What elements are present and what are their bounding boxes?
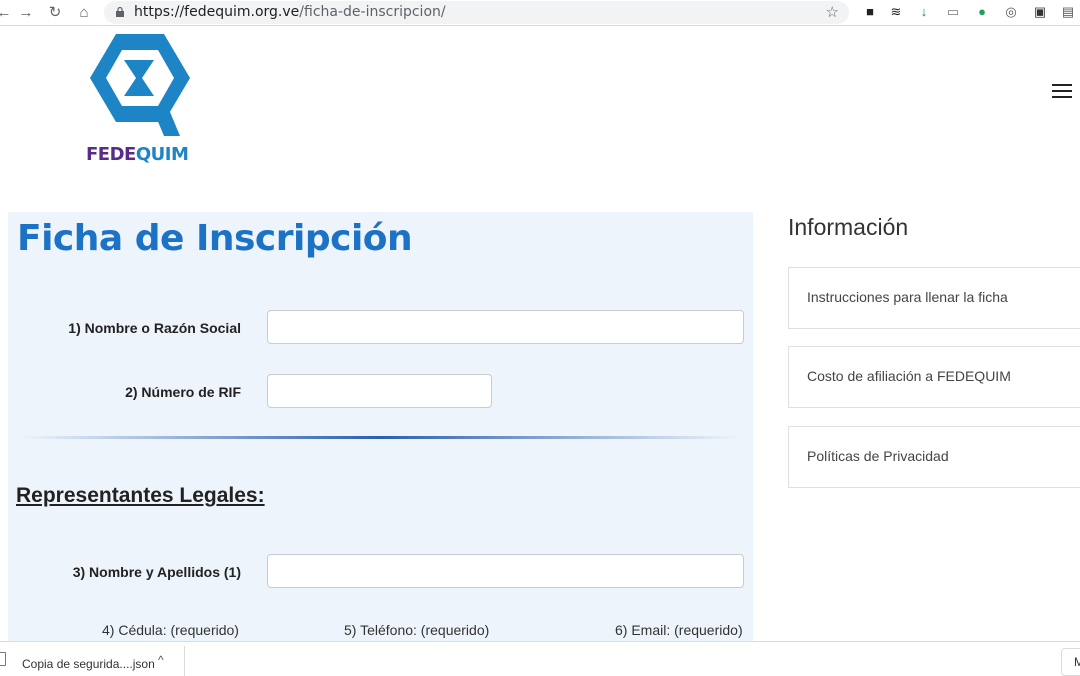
section-divider (20, 436, 740, 439)
sidebar-item-instrucciones[interactable]: Instrucciones para llenar la ficha (788, 267, 1080, 329)
url-text: https://fedequim.org.ve/ficha-de-inscrip… (134, 4, 446, 20)
url-host: https://fedequim.org.ve (134, 4, 300, 20)
extension-card-icon[interactable]: ▭ (945, 4, 961, 20)
razon-social-input[interactable] (267, 310, 744, 344)
field-label-nombre-apellidos: 3) Nombre y Apellidos (1) (72, 564, 241, 580)
sidebar-title: Información (788, 214, 909, 240)
field-label-rif: 2) Número de RIF (125, 384, 241, 400)
forward-icon[interactable]: → (16, 3, 36, 23)
reload-icon[interactable]: ↻ (45, 3, 65, 23)
rif-input[interactable] (267, 374, 492, 408)
sidebar-item-costo[interactable]: Costo de afiliación a FEDEQUIM (788, 346, 1080, 408)
file-icon (0, 652, 6, 666)
lock-icon (116, 7, 124, 17)
url-path: /ficha-de-inscripcion/ (299, 4, 446, 20)
logo-wordmark-quim: QUIM (135, 144, 189, 165)
sidebar-item-politicas[interactable]: Políticas de Privacidad (788, 426, 1080, 488)
telefono-label: 5) Teléfono: (requerido) (344, 622, 490, 638)
page-title: Ficha de Inscripción (17, 218, 413, 259)
show-all-downloads-button[interactable]: M (1061, 648, 1080, 676)
section-heading-representantes: Representantes Legales: (16, 484, 265, 507)
extension-circle-icon[interactable]: ◎ (1003, 4, 1019, 20)
logo-wordmark-fede: FEDE (86, 144, 136, 165)
extension-screen-icon[interactable]: ▣ (1032, 4, 1048, 20)
registration-form: Ficha de Inscripción 1) Nombre o Razón S… (8, 212, 753, 642)
extension-download-icon[interactable]: ↓ (916, 4, 932, 20)
download-item-name[interactable]: Copia de segurida....json (22, 657, 155, 671)
home-icon[interactable]: ⌂ (74, 3, 94, 23)
extension-owl-icon[interactable]: ■ (862, 4, 878, 20)
extension-stack-icon[interactable]: ≋ (888, 4, 904, 20)
sidebar-item-label: Instrucciones para llenar la ficha (807, 289, 1008, 305)
back-icon[interactable]: ← (0, 3, 14, 23)
nombre-apellidos-input[interactable] (267, 554, 744, 588)
bookmark-star-icon[interactable]: ☆ (826, 3, 839, 21)
extension-image-icon[interactable]: ▤ (1060, 4, 1076, 20)
field-label-razon-social: 1) Nombre o Razón Social (68, 320, 241, 336)
download-bar: Copia de segurida....json ^ M (0, 641, 1080, 676)
cedula-label: 4) Cédula: (requerido) (102, 622, 239, 638)
sidebar-item-label: Costo de afiliación a FEDEQUIM (807, 368, 1011, 384)
sidebar-item-label: Políticas de Privacidad (807, 448, 949, 464)
address-bar[interactable]: https://fedequim.org.ve/ficha-de-inscrip… (104, 1, 849, 24)
hamburger-menu-icon[interactable] (1052, 84, 1072, 100)
email-label: 6) Email: (requerido) (615, 622, 743, 638)
chevron-up-icon[interactable]: ^ (158, 653, 164, 667)
browser-toolbar: ← → ↻ ⌂ https://fedequim.org.ve/ficha-de… (0, 0, 1080, 26)
download-separator (184, 646, 185, 676)
logo-wordmark: FEDEQUIM (86, 144, 189, 165)
extension-wordpress-icon[interactable]: ● (974, 4, 990, 20)
